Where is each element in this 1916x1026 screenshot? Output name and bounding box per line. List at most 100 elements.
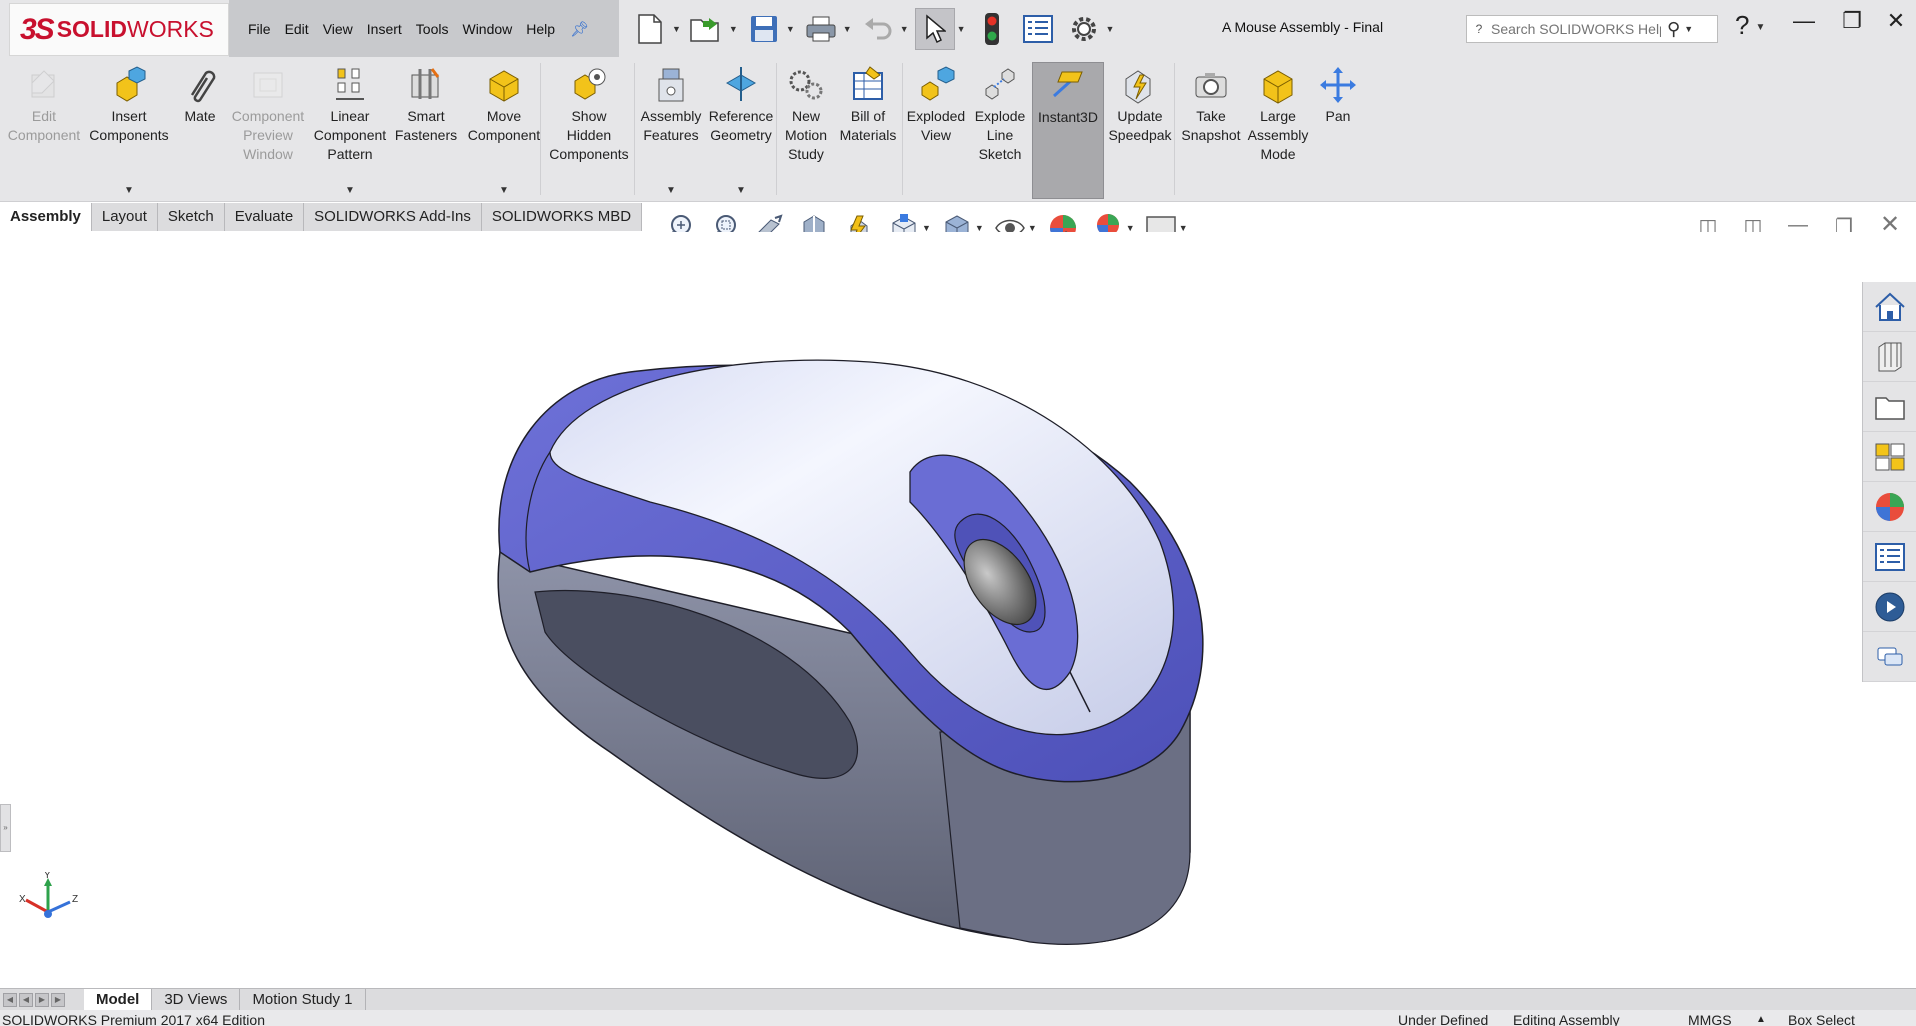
- menu-file[interactable]: File: [241, 21, 278, 37]
- new-motion-study-button[interactable]: New Motion Study: [778, 65, 834, 164]
- update-speedpak-button[interactable]: Update Speedpak: [1106, 65, 1174, 145]
- tab-assembly[interactable]: Assembly: [0, 203, 92, 231]
- viewport-close-icon[interactable]: ✕: [1872, 210, 1908, 239]
- linear-component-pattern-button[interactable]: Linear Component Pattern ▼: [310, 65, 390, 196]
- tab-3d-views[interactable]: 3D Views: [152, 989, 241, 1011]
- tab-scroll-arrows: ◀ ◀ ▶ ▶: [0, 989, 84, 1010]
- search-input[interactable]: [1491, 21, 1661, 37]
- large-assembly-mode-button[interactable]: Large Assembly Mode: [1246, 65, 1310, 164]
- reference-geometry-button[interactable]: Reference Geometry ▼: [704, 65, 778, 196]
- pan-button[interactable]: Pan: [1316, 65, 1360, 126]
- assembly-features-button[interactable]: Assembly Features ▼: [636, 65, 706, 196]
- solidworks-resources-tab[interactable]: [1863, 282, 1916, 332]
- undo-button[interactable]: [858, 8, 898, 50]
- options-button[interactable]: [1064, 8, 1104, 50]
- edit-component-button[interactable]: Edit Component: [4, 65, 84, 145]
- brand-name: SOLIDWORKS: [57, 16, 214, 43]
- chevron-down-icon[interactable]: ▼: [672, 24, 681, 34]
- chevron-down-icon[interactable]: ▼: [736, 185, 746, 196]
- menu-insert[interactable]: Insert: [360, 21, 409, 37]
- feedback-tab[interactable]: [1863, 632, 1916, 682]
- close-icon[interactable]: ✕: [1876, 8, 1916, 34]
- search-icon[interactable]: ⚲: [1667, 19, 1680, 40]
- feature-manager-expand-tab[interactable]: »: [0, 804, 11, 852]
- rebuild-button[interactable]: [972, 8, 1012, 50]
- previous-tab-icon[interactable]: ◀: [19, 992, 33, 1007]
- print-button[interactable]: [801, 8, 841, 50]
- insert-components-button[interactable]: Insert Components ▼: [88, 65, 170, 196]
- units-caret-icon[interactable]: ▲: [1756, 1010, 1766, 1026]
- first-tab-icon[interactable]: ◀: [3, 992, 17, 1007]
- tab-solidworks-add-ins[interactable]: SOLIDWORKS Add-Ins: [304, 203, 482, 231]
- chevron-down-icon[interactable]: ▼: [1684, 24, 1693, 34]
- minimize-icon[interactable]: —: [1784, 8, 1824, 34]
- tab-evaluate[interactable]: Evaluate: [224, 203, 305, 231]
- mate-paperclip-icon: [180, 65, 220, 105]
- chevron-down-icon[interactable]: ▼: [843, 24, 852, 34]
- view-palette-tab[interactable]: [1863, 432, 1916, 482]
- custom-properties-tab[interactable]: [1863, 532, 1916, 582]
- next-tab-icon[interactable]: ▶: [35, 992, 49, 1007]
- save-button[interactable]: [744, 8, 784, 50]
- exploded-view-button[interactable]: Exploded View: [904, 65, 968, 145]
- menu-tools[interactable]: Tools: [409, 21, 456, 37]
- menu-edit[interactable]: Edit: [278, 21, 316, 37]
- solidworks-forum-tab[interactable]: [1863, 582, 1916, 632]
- file-explorer-tab[interactable]: [1863, 382, 1916, 432]
- appearances-scenes-tab[interactable]: [1863, 482, 1916, 532]
- component-preview-window-button[interactable]: Component Preview Window: [226, 65, 310, 164]
- linear-pattern-icon: [330, 65, 370, 105]
- new-document-icon: [638, 14, 662, 44]
- smart-fasteners-button[interactable]: Smart Fasteners: [392, 65, 460, 145]
- tab-solidworks-mbd[interactable]: SOLIDWORKS MBD: [481, 203, 643, 231]
- show-hidden-components-button[interactable]: Show Hidden Components: [546, 65, 632, 164]
- menu-window[interactable]: Window: [455, 21, 519, 37]
- task-pane: [1862, 282, 1916, 682]
- chevron-down-icon[interactable]: ▼: [1106, 24, 1115, 34]
- chat-bubble-icon: [1877, 647, 1903, 665]
- chevron-down-icon[interactable]: ▼: [124, 185, 134, 196]
- tab-sketch[interactable]: Sketch: [157, 203, 225, 231]
- billof-materials-button[interactable]: Bill of Materials: [834, 65, 902, 145]
- exploded-view-icon: [916, 65, 956, 105]
- graphics-area[interactable]: X Y Z »: [0, 232, 1862, 988]
- design-library-tab[interactable]: [1863, 332, 1916, 382]
- chevron-down-icon[interactable]: ▼: [729, 24, 738, 34]
- camera-icon: [1191, 65, 1231, 105]
- take-snapshot-button[interactable]: Take Snapshot: [1178, 65, 1244, 145]
- mouse-assembly-model[interactable]: [490, 332, 1420, 972]
- tab-layout[interactable]: Layout: [91, 203, 158, 231]
- file-properties-button[interactable]: [1018, 8, 1058, 50]
- last-tab-icon[interactable]: ▶: [51, 992, 65, 1007]
- chevron-down-icon[interactable]: ▼: [957, 24, 966, 34]
- instant3d-button[interactable]: Instant3D: [1032, 62, 1104, 199]
- status-units[interactable]: MMGS: [1688, 1010, 1732, 1026]
- solidworks-logo[interactable]: 3S SOLIDWORKS: [9, 3, 229, 56]
- menu-help[interactable]: Help: [519, 21, 562, 37]
- status-select-mode[interactable]: Box Select: [1788, 1010, 1855, 1026]
- select-button[interactable]: [914, 8, 955, 50]
- move-component-button[interactable]: Move Component ▼: [462, 65, 546, 196]
- model-view-tabs: ◀ ◀ ▶ ▶ Model 3D Views Motion Study 1: [0, 988, 1916, 1011]
- media-player-icon: [1875, 592, 1905, 621]
- mate-button[interactable]: Mate: [176, 65, 224, 126]
- explode-line-sketch-button[interactable]: Explode Line Sketch: [968, 65, 1032, 164]
- insert-components-label: Insert Components: [89, 108, 169, 143]
- new-document-button[interactable]: [630, 8, 670, 50]
- tab-motion-study-1[interactable]: Motion Study 1: [240, 989, 366, 1011]
- document-title: A Mouse Assembly - Final: [1222, 19, 1384, 35]
- menu-view[interactable]: View: [316, 21, 360, 37]
- chevron-down-icon[interactable]: ▼: [345, 185, 355, 196]
- open-button[interactable]: [687, 8, 727, 50]
- chevron-down-icon[interactable]: ▼: [786, 24, 795, 34]
- help-search-box[interactable]: ? ⚲ ▼: [1466, 15, 1718, 43]
- tab-model[interactable]: Model: [84, 989, 153, 1011]
- gear-icon: [1071, 17, 1096, 41]
- help-icon[interactable]: ? ▼: [1735, 10, 1765, 41]
- ribbon-separator: [902, 63, 903, 195]
- chevron-down-icon[interactable]: ▼: [900, 24, 909, 34]
- chevron-down-icon[interactable]: ▼: [499, 185, 509, 196]
- restore-icon[interactable]: ❐: [1832, 8, 1872, 34]
- pin-menu-icon[interactable]: 📌︎: [570, 20, 589, 38]
- chevron-down-icon[interactable]: ▼: [666, 185, 676, 196]
